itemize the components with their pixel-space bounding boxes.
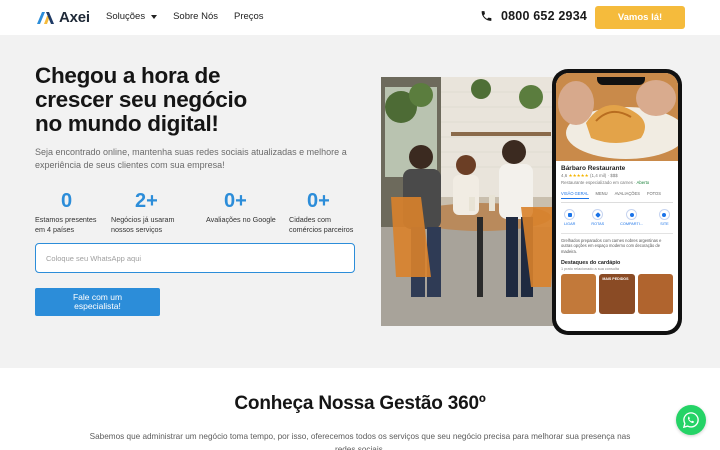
phone-icon xyxy=(564,209,576,220)
business-rating: 4,6 ★★★★★ (1,4 mil) · $$$ xyxy=(561,173,618,178)
stat-value: 0+ xyxy=(224,190,247,212)
restaurant-photo xyxy=(381,77,562,326)
tab-menu[interactable]: MENU xyxy=(596,191,608,199)
headline-line: Chegou a hora de xyxy=(35,63,221,88)
website-action[interactable]: SITE xyxy=(658,209,670,226)
logo-text: Axei xyxy=(59,9,90,26)
menu-item-label: Sobre Nós xyxy=(173,11,218,22)
menu-highlights-subtitle: 1 prato relacionado a sua consulta xyxy=(561,267,620,272)
menu-item-solucoes[interactable]: Soluções xyxy=(106,11,158,22)
menu-thumbnail[interactable]: MAIS PEDIDOS xyxy=(599,274,635,315)
stat-value: 2+ xyxy=(135,190,158,212)
business-actions: LIGAR ROTAS COMPARTI... SITE xyxy=(561,209,673,226)
share-action[interactable]: COMPARTI... xyxy=(620,209,643,226)
globe-icon xyxy=(658,209,670,220)
food-illustration xyxy=(556,73,678,161)
hero-subtext: Seja encontrado online, mantenha suas re… xyxy=(35,147,347,170)
phone-mockup: Bárbaro Restaurante 4,6 ★★★★★ (1,4 mil) … xyxy=(552,69,682,335)
whatsapp-input[interactable] xyxy=(35,243,355,273)
stat-cities: 0+ Cidades com comércios parceiros xyxy=(289,190,365,234)
share-icon xyxy=(626,209,638,220)
logo[interactable]: Axei xyxy=(36,9,90,26)
stats-row: 0 Estamos presentes em 4 países 2+ Negóc… xyxy=(35,190,365,234)
menu-item-label: Soluções xyxy=(106,11,146,22)
menu-thumbnails: MAIS PEDIDOS xyxy=(561,274,673,315)
stat-reviews: 0+ Avaliações no Google xyxy=(206,190,289,234)
stat-value: 0+ xyxy=(307,190,330,212)
stat-label: Avaliações no Google xyxy=(206,215,276,224)
menu-item-sobre-nos[interactable]: Sobre Nós xyxy=(173,11,218,22)
thumbnail-label: MAIS PEDIDOS xyxy=(602,277,629,282)
directions-icon xyxy=(592,209,604,220)
whatsapp-float-button[interactable] xyxy=(676,405,706,435)
whatsapp-icon xyxy=(682,412,699,429)
directions-action[interactable]: ROTAS xyxy=(591,209,604,226)
business-category: Restaurante especializado em carnes · Ab… xyxy=(561,180,650,185)
main-menu: Soluções Sobre Nós Preços xyxy=(106,11,264,22)
stat-label: Cidades com comércios parceiros xyxy=(289,215,354,234)
stat-countries: 0 Estamos presentes em 4 países xyxy=(35,190,111,234)
phone-icon xyxy=(481,11,492,21)
food-photo xyxy=(556,73,678,161)
headline-line: crescer seu negócio xyxy=(35,87,247,112)
chevron-down-icon xyxy=(151,14,158,19)
phone-link[interactable]: 0800 652 2934 xyxy=(480,9,587,23)
business-name: Bárbaro Restaurante xyxy=(561,165,626,172)
business-tabs: VISÃO GERAL MENU AVALIAÇÕES FOTOS xyxy=(561,191,673,203)
menu-item-label: Preços xyxy=(233,11,264,22)
cta-vamos-la-button[interactable]: Vamos lá! xyxy=(595,6,685,29)
call-action[interactable]: LIGAR xyxy=(564,209,575,226)
logo-icon xyxy=(37,12,54,24)
top-navbar: Axei Soluções Sobre Nós Preços 0800 652 … xyxy=(0,0,720,35)
stat-label: Estamos presentes em 4 países xyxy=(35,215,97,234)
tab-avaliacoes[interactable]: AVALIAÇÕES xyxy=(615,191,640,199)
phone-screen: Bárbaro Restaurante 4,6 ★★★★★ (1,4 mil) … xyxy=(556,73,678,331)
restaurant-scene-illustration xyxy=(381,77,562,326)
menu-thumbnail[interactable] xyxy=(561,274,597,315)
talk-to-specialist-button[interactable]: Fale com um especialista! xyxy=(35,288,160,316)
section-title: Conheça Nossa Gestão 360º xyxy=(234,393,486,414)
business-description: Grelhados preparados com carnes nobres a… xyxy=(561,233,673,254)
tab-fotos[interactable]: FOTOS xyxy=(647,191,661,199)
phone-number: 0800 652 2934 xyxy=(501,9,588,23)
stat-businesses: 2+ Negócios já usaram nossos serviços xyxy=(111,190,206,234)
section-text: Sabemos que administrar um negócio toma … xyxy=(89,432,631,450)
button-label: Fale com um especialista! xyxy=(72,291,123,311)
stat-label: Negócios já usaram nossos serviços xyxy=(111,215,175,234)
headline-line: no mundo digital! xyxy=(35,111,219,136)
menu-item-precos[interactable]: Preços xyxy=(234,11,264,22)
menu-thumbnail[interactable] xyxy=(637,274,673,315)
star-rating-icon: ★★★★★ xyxy=(568,173,589,178)
menu-highlights-title: Destaques do cardápio xyxy=(561,260,621,267)
business-profile-card: Bárbaro Restaurante 4,6 ★★★★★ (1,4 mil) … xyxy=(556,161,678,331)
tab-visao-geral[interactable]: VISÃO GERAL xyxy=(561,191,589,199)
phone-notch xyxy=(597,77,645,85)
stat-value: 0 xyxy=(61,190,73,212)
hero-headline: Chegou a hora de crescer seu negócio no … xyxy=(35,64,365,136)
